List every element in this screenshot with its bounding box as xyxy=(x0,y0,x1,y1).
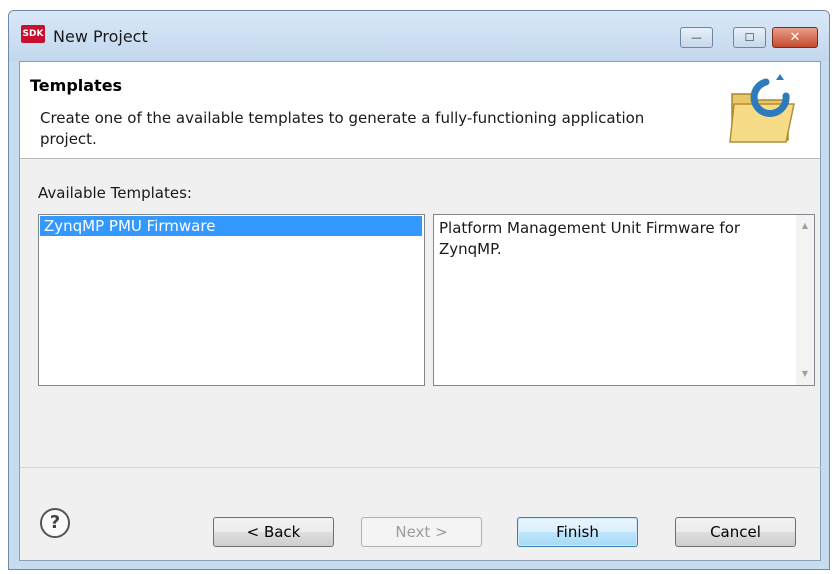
next-button[interactable]: Next > xyxy=(361,517,482,547)
template-description: Platform Management Unit Firmware for Zy… xyxy=(439,219,741,258)
minimize-button[interactable]: — xyxy=(680,27,713,48)
maximize-button[interactable]: ☐ xyxy=(733,27,766,48)
template-item-zynqmp-pmu-firmware[interactable]: ZynqMP PMU Firmware xyxy=(40,216,422,236)
wizard-header: Templates Create one of the available te… xyxy=(20,62,820,159)
window-title: New Project xyxy=(53,27,148,46)
page-title: Templates xyxy=(30,76,123,95)
scroll-down-icon[interactable]: ▼ xyxy=(796,365,814,383)
description-scrollbar[interactable]: ▲ ▼ xyxy=(796,215,814,385)
button-bar-separator xyxy=(20,467,822,468)
new-project-dialog: SDK New Project — ☐ ✕ Templates Create o… xyxy=(8,10,830,570)
finish-button[interactable]: Finish xyxy=(517,517,638,547)
close-button[interactable]: ✕ xyxy=(772,27,818,48)
help-button[interactable]: ? xyxy=(40,508,70,538)
back-button[interactable]: < Back xyxy=(213,517,334,547)
sdk-app-icon: SDK xyxy=(21,25,45,43)
scroll-up-icon[interactable]: ▲ xyxy=(796,217,814,235)
cancel-button[interactable]: Cancel xyxy=(675,517,796,547)
open-folder-icon xyxy=(729,74,795,143)
title-bar[interactable]: SDK New Project — ☐ ✕ xyxy=(9,11,829,61)
dialog-content: Templates Create one of the available te… xyxy=(19,61,822,561)
page-description: Create one of the available templates to… xyxy=(40,109,645,148)
template-description-box: Platform Management Unit Firmware for Zy… xyxy=(433,214,815,386)
templates-list[interactable]: ZynqMP PMU Firmware xyxy=(38,214,425,386)
available-templates-label: Available Templates: xyxy=(38,184,192,202)
